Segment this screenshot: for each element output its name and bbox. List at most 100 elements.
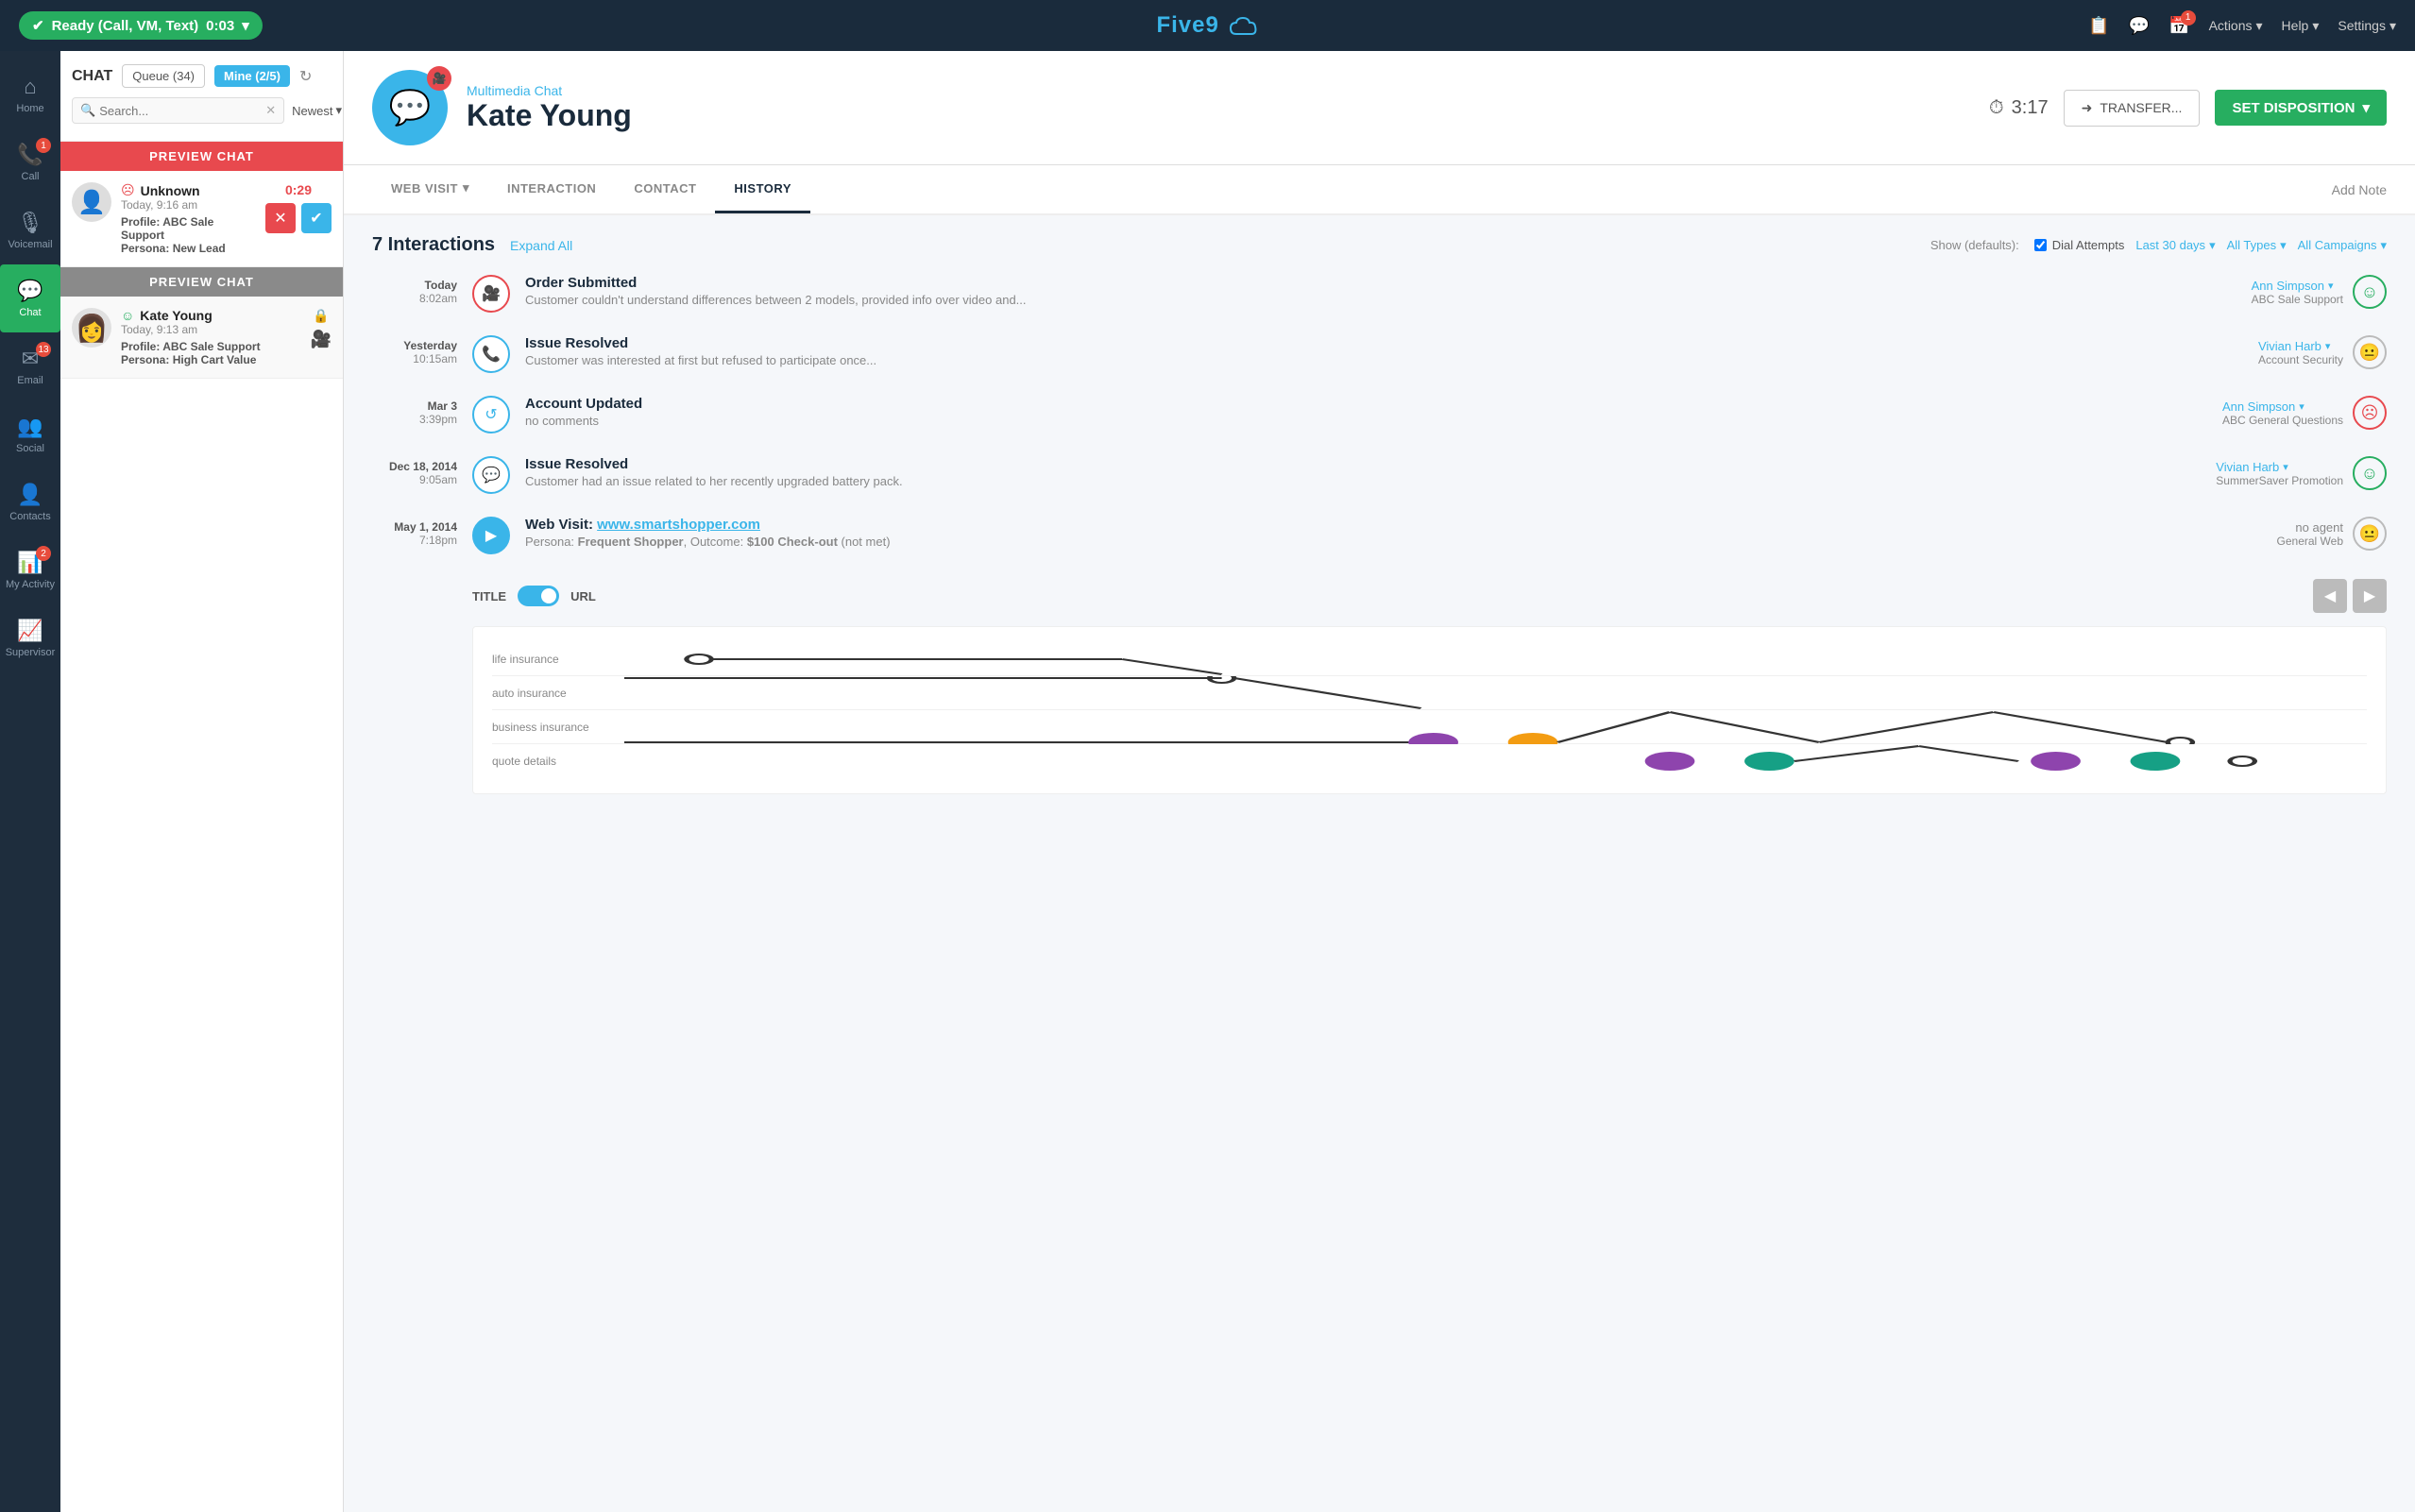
sidebar-item-my-activity[interactable]: 📊 My Activity 2: [0, 536, 60, 604]
chat-item-persona-1: Persona: New Lead: [121, 242, 256, 255]
chat-item-1[interactable]: 👤 ☹ Unknown Today, 9:16 am Profile: ABC …: [60, 171, 343, 267]
generic-avatar-icon: 👤: [77, 189, 106, 216]
ready-badge[interactable]: ✔ Ready (Call, VM, Text) 0:03 ▾: [19, 11, 263, 40]
contact-header: 💬 🎥 Multimedia Chat Kate Young ⏱ 3:17 ➜ …: [344, 51, 2415, 165]
tab-web-visit[interactable]: WEB VISIT ▾: [372, 165, 488, 213]
sidebar-item-email[interactable]: ✉ Email 13: [0, 332, 60, 400]
transfer-arrow-icon: ➜: [2082, 100, 2093, 116]
chat-item-2[interactable]: 👩 ☺ Kate Young Today, 9:13 am Profile: A…: [60, 297, 343, 379]
web-visit-link[interactable]: www.smartshopper.com: [597, 517, 760, 533]
history-content: 7 Interactions Expand All Show (defaults…: [344, 215, 2415, 1512]
refresh-button[interactable]: ↻: [299, 67, 312, 86]
logo-text: Five: [1156, 12, 1205, 38]
check-icon: ✔: [32, 17, 44, 34]
sidebar-social-label: Social: [16, 443, 44, 454]
chat-item-profile-2: Profile: ABC Sale Support: [121, 340, 301, 353]
transfer-button[interactable]: ➜ TRANSFER...: [2064, 90, 2201, 127]
search-input[interactable]: [99, 104, 265, 118]
clear-icon[interactable]: ✕: [265, 103, 276, 118]
interaction-agent-1: Ann Simpson ▾ ABC Sale Support: [2252, 279, 2343, 306]
actions-button[interactable]: Actions ▾: [2209, 18, 2263, 34]
sidebar-item-voicemail[interactable]: 🎙 Voicemail: [0, 196, 60, 264]
interaction-item-1: Today 8:02am 🎥 Order Submitted Customer …: [372, 275, 2387, 313]
sidebar-item-contacts[interactable]: 👤 Contacts: [0, 468, 60, 536]
main-layout: ⌂ Home 📞 Call 1 🎙 Voicemail 💬 Chat ✉ Ema…: [0, 51, 2415, 1512]
timer-value: 3:17: [2012, 97, 2049, 119]
chat-nav-icon[interactable]: 💬: [2129, 16, 2150, 36]
tab-history[interactable]: HISTORY: [715, 166, 810, 213]
prev-arrow-button[interactable]: ◀: [2313, 579, 2347, 613]
interactions-count: 7 Interactions: [372, 234, 495, 256]
journey-svg-business: [624, 710, 2367, 744]
chat-item-info-2: ☺ Kate Young Today, 9:13 am Profile: ABC…: [121, 308, 301, 366]
sidebar-item-social[interactable]: 👥 Social: [0, 400, 60, 468]
chat-actions-1: ✕ ✔: [265, 203, 332, 233]
social-icon: 👥: [17, 415, 43, 439]
add-note-button[interactable]: Add Note: [2332, 182, 2387, 197]
tab-contact[interactable]: CONTACT: [615, 166, 715, 213]
journey-label-auto: auto insurance: [492, 687, 624, 700]
interaction-item-2: Yesterday 10:15am 📞 Issue Resolved Custo…: [372, 335, 2387, 373]
settings-dropdown-icon: ▾: [2389, 18, 2396, 34]
contact-name: Kate Young: [467, 98, 1970, 133]
interaction-body-3: Account Updated no comments: [525, 396, 2207, 428]
interaction-right-2: Vivian Harb ▾ Account Security 😐: [2258, 335, 2387, 369]
journey-label-quote: quote details: [492, 755, 624, 768]
last-days-filter[interactable]: Last 30 days ▾: [2135, 238, 2215, 253]
calendar-badge: 1: [2181, 10, 2196, 25]
logo-accent: 9: [1206, 12, 1219, 38]
sidebar-icons: ⌂ Home 📞 Call 1 🎙 Voicemail 💬 Chat ✉ Ema…: [0, 51, 60, 1512]
contact-timer: ⏱ 3:17: [1989, 97, 2049, 119]
interaction-agent-2: Vivian Harb ▾ Account Security: [2258, 339, 2343, 366]
clock-icon: ⏱: [1989, 97, 2004, 119]
actions-dropdown-icon: ▾: [2256, 18, 2263, 34]
contact-info: Multimedia Chat Kate Young: [467, 83, 1970, 133]
web-visit-dropdown-icon: ▾: [463, 180, 469, 195]
next-arrow-button[interactable]: ▶: [2353, 579, 2387, 613]
calendar-icon[interactable]: 📅 1: [2168, 16, 2189, 36]
journey-line-life: [624, 642, 2367, 676]
sidebar-item-chat[interactable]: 💬 Chat: [0, 264, 60, 332]
expand-all-button[interactable]: Expand All: [510, 238, 572, 253]
cloud-icon: [1229, 17, 1259, 36]
chat-panel-title: CHAT: [72, 68, 112, 85]
timer-text: 0:03: [206, 18, 234, 34]
preview-chat-header-1: PREVIEW CHAT: [60, 142, 343, 171]
interaction-agent-3: Ann Simpson ▾ ABC General Questions: [2222, 399, 2343, 427]
lock-icon: 🔒: [313, 308, 329, 324]
sidebar-item-supervisor[interactable]: 📈 Supervisor: [0, 604, 60, 672]
sentiment-4: ☺: [2353, 456, 2387, 490]
tab-interaction[interactable]: INTERACTION: [488, 166, 615, 213]
agent-dropdown-4: ▾: [2283, 461, 2288, 473]
help-button[interactable]: Help ▾: [2282, 18, 2320, 34]
sort-dropdown[interactable]: Newest ▾: [292, 103, 342, 118]
chat-item-profile-1: Profile: ABC Sale Support: [121, 215, 256, 242]
sidebar-item-home[interactable]: ⌂ Home: [0, 60, 60, 128]
reject-button-1[interactable]: ✕: [265, 203, 296, 233]
settings-button[interactable]: Settings ▾: [2338, 18, 2396, 34]
interaction-desc-2: Customer was interested at first but ref…: [525, 353, 2243, 367]
sentiment-2: 😐: [2353, 335, 2387, 369]
set-disposition-button[interactable]: SET DISPOSITION ▾: [2215, 90, 2387, 126]
interaction-desc-5: Persona: Frequent Shopper, Outcome: $100…: [525, 535, 2262, 549]
dial-attempts-label[interactable]: Dial Attempts: [2034, 238, 2125, 252]
interaction-date-5: May 1, 2014 7:18pm: [372, 517, 457, 547]
interaction-title-3: Account Updated: [525, 396, 2207, 412]
interaction-right-5: no agent General Web 😐: [2277, 517, 2387, 551]
mine-button[interactable]: Mine (2/5): [214, 65, 290, 87]
preview-chat-header-2: PREVIEW CHAT: [60, 267, 343, 297]
all-types-filter[interactable]: All Types ▾: [2227, 238, 2287, 253]
notepad-icon[interactable]: 📋: [2088, 16, 2109, 36]
chat-item-name-1: Unknown: [141, 183, 200, 198]
dial-attempts-checkbox[interactable]: [2034, 239, 2047, 251]
sidebar-item-call[interactable]: 📞 Call 1: [0, 128, 60, 196]
queue-button[interactable]: Queue (34): [122, 64, 205, 88]
sidebar-home-label: Home: [16, 103, 43, 114]
all-campaigns-filter[interactable]: All Campaigns ▾: [2298, 238, 2387, 253]
preview-label-1: PREVIEW CHAT: [60, 142, 343, 171]
no-agent-label: no agent: [2277, 520, 2343, 535]
search-row: 🔍 ✕ Newest ▾: [72, 97, 332, 124]
toggle-switch[interactable]: [518, 586, 559, 606]
accept-button-1[interactable]: ✔: [301, 203, 332, 233]
disposition-dropdown-icon: ▾: [2362, 99, 2370, 116]
